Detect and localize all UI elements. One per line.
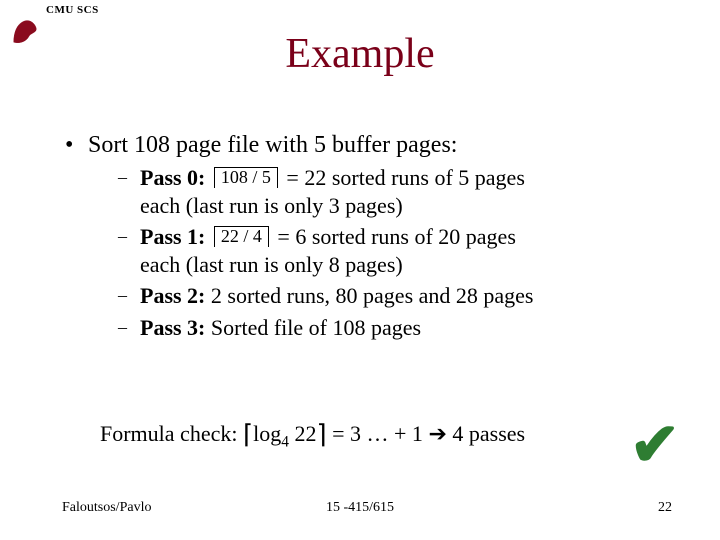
footer-course: 15 -415/615 [0, 500, 720, 516]
arrow-icon: ➔ [428, 421, 446, 446]
log-word: log [253, 421, 281, 446]
ceil-expr: 108 / 5 [214, 167, 278, 188]
pass-label: Pass 1: [140, 224, 205, 249]
sub-list: Pass 0: 108 / 5 = 22 sorted runs of 5 pa… [116, 164, 680, 341]
pass-text: 2 sorted runs, 80 pages and 28 pages [211, 283, 534, 308]
pass-text: Sorted file of 108 pages [211, 315, 421, 340]
log-arg: 22 [289, 421, 317, 446]
main-bullet: Sort 108 page file with 5 buffer pages: … [60, 130, 680, 341]
list-item: Pass 0: 108 / 5 = 22 sorted runs of 5 pa… [116, 164, 680, 219]
ceil-right-icon: ⌉ [316, 420, 326, 449]
pass-label: Pass 2: [140, 283, 205, 308]
pass-label: Pass 0: [140, 165, 205, 190]
log-base: 4 [281, 433, 289, 450]
ceil-expr: 22 / 4 [214, 226, 269, 247]
footer-pagenum: 22 [658, 500, 672, 516]
formula-prefix: Formula check: [100, 421, 243, 446]
main-bullet-text: Sort 108 page file with 5 buffer pages: [88, 132, 457, 158]
slide-title: Example [0, 30, 720, 78]
formula-mid: = 3 … + 1 [327, 421, 429, 446]
formula-end: 4 passes [447, 421, 525, 446]
list-item: Pass 1: 22 / 4 = 6 sorted runs of 20 pag… [116, 223, 680, 278]
pass-text-cont: each (last run is only 3 pages) [140, 193, 403, 218]
org-label: CMU SCS [46, 4, 99, 16]
formula-line: Formula check: ⌈log4 22⌉ = 3 … + 1 ➔ 4 p… [100, 420, 525, 451]
ceil-left-icon: ⌈ [243, 420, 253, 449]
pass-text-cont: each (last run is only 8 pages) [140, 252, 403, 277]
slide: CMU SCS Example Sort 108 page file with … [0, 0, 720, 540]
list-item: Pass 3: Sorted file of 108 pages [116, 314, 680, 342]
pass-text: = 22 sorted runs of 5 pages [286, 165, 524, 190]
pass-text: = 6 sorted runs of 20 pages [277, 224, 515, 249]
list-item: Pass 2: 2 sorted runs, 80 pages and 28 p… [116, 282, 680, 310]
checkmark-icon: ✔ [630, 410, 680, 480]
body: Sort 108 page file with 5 buffer pages: … [60, 130, 680, 357]
pass-label: Pass 3: [140, 315, 205, 340]
